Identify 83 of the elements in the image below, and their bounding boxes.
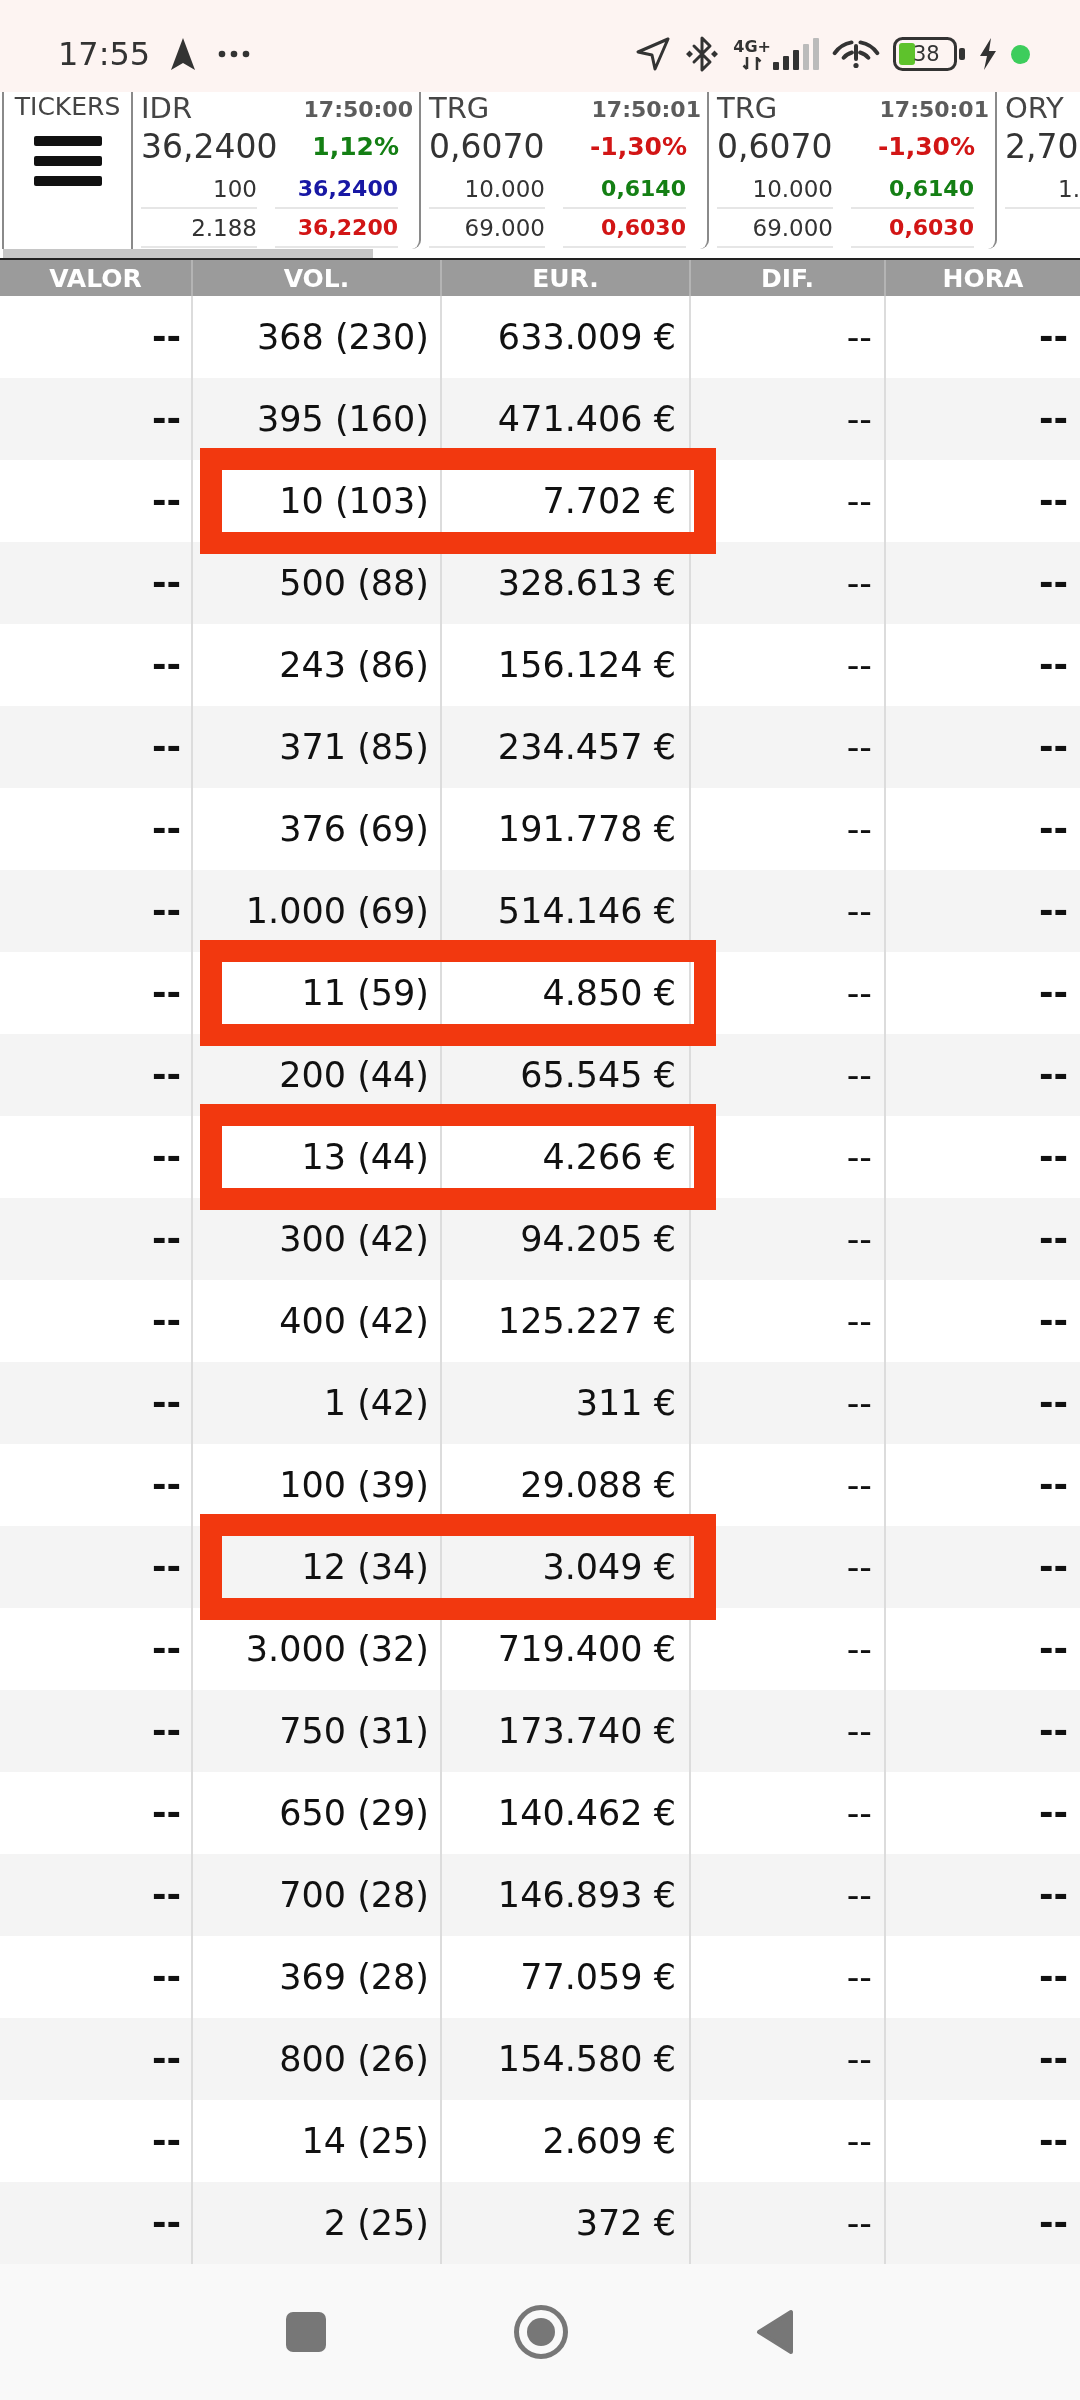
ticker-symbol: TRG — [717, 92, 778, 124]
table-cell-text: -- — [1037, 726, 1069, 769]
ticker-symbol: ORY — [1005, 92, 1064, 124]
network-type: 4G+ — [733, 38, 771, 56]
quote-volume: 10.000 — [717, 170, 833, 209]
quote-volume: 100 — [141, 170, 257, 209]
table-cell-text: -- — [1037, 808, 1069, 851]
status-time: 17:55 — [58, 38, 151, 70]
table-cell: 471.406 € — [442, 378, 691, 460]
more-dots-icon — [218, 50, 251, 58]
ticker-price: 0,6070 — [429, 127, 545, 167]
table-cell: 4.266 € — [442, 1116, 691, 1198]
table-cell-text: -- — [1037, 2202, 1069, 2245]
bluetooth-icon — [684, 35, 721, 73]
table-cell: 12 (34) — [193, 1526, 442, 1608]
recents-icon[interactable] — [286, 2312, 326, 2352]
table-cell: 4.850 € — [442, 952, 691, 1034]
table-cell-text: -- — [1037, 972, 1069, 1015]
ticker-card[interactable]: ORY 2,70 1. — [997, 92, 1080, 249]
ticker-change: 1,12% — [312, 131, 399, 163]
table-cell: 1.000 (69) — [193, 870, 442, 952]
quote-price: 0,6140 — [563, 170, 686, 209]
data-arrows-icon — [742, 57, 763, 70]
table-cell-text: -- — [1037, 890, 1069, 933]
quote-volume: 1. — [1005, 170, 1080, 209]
quote-price: 0,6030 — [851, 209, 974, 248]
ticker-time: 17:50:00 — [303, 96, 413, 124]
ticker-time: 17:50:01 — [591, 96, 701, 124]
table-cell-text: -- — [1037, 1956, 1069, 1999]
ticker-price: 36,2400 — [141, 127, 278, 167]
menu-icon[interactable] — [33, 136, 102, 186]
home-icon[interactable] — [514, 2305, 568, 2359]
table-cell: 395 (160) — [193, 378, 442, 460]
table-cell-text: -- — [1037, 1136, 1069, 1179]
table-cell-text: -- — [1037, 1218, 1069, 1261]
table-cell-text: -- — [1037, 316, 1069, 359]
quote-price: 0,6030 — [563, 209, 686, 248]
quote-price: 0,6140 — [851, 170, 974, 209]
ticker-symbol: TRG — [429, 92, 490, 124]
table-cell-text: -- — [1037, 1546, 1069, 1589]
table-cell: 13 (44) — [193, 1116, 442, 1198]
table-cell-text: -- — [1037, 398, 1069, 441]
table-cell: 514.146 € — [442, 870, 691, 952]
table-cell: 11 (59) — [193, 952, 442, 1034]
ticker-symbol: IDR — [141, 92, 193, 124]
tickers-label: TICKERS — [14, 92, 121, 122]
ticker-price: 2,70 — [1005, 127, 1079, 167]
ticker-change: -1,30% — [589, 131, 687, 163]
status-dot-icon — [1011, 44, 1030, 64]
table-cell-text: -- — [1037, 1874, 1069, 1917]
quote-volume: 10.000 — [429, 170, 545, 209]
table-cell-text: -- — [1037, 1054, 1069, 1097]
table-cell: 7.702 € — [442, 460, 691, 542]
table-cell-text: -- — [1037, 1382, 1069, 1425]
ticker-price: 0,6070 — [717, 127, 833, 167]
table-cell: 100 (39) — [193, 1444, 442, 1526]
table-cell-text: -- — [1037, 644, 1069, 687]
table-cell-text: -- — [1037, 2038, 1069, 2081]
table-cell-text: -- — [1037, 1300, 1069, 1343]
column-header[interactable]: HORA — [886, 260, 1080, 296]
quote-volume: 69.000 — [429, 209, 545, 248]
table-cell-text: -- — [1037, 1792, 1069, 1835]
navigation-arrow-icon — [170, 37, 197, 71]
table-cell-text: -- — [1037, 2120, 1069, 2163]
ticker-card[interactable]: TRG 17:50:01 0,6070 -1,30% 10.000 0,6140 69.000 0,6030 — [709, 92, 997, 249]
ticker-time: 17:50:01 — [879, 96, 989, 124]
charging-icon — [978, 38, 998, 70]
table-cell-text: -- — [1037, 562, 1069, 605]
signal-bars-icon — [773, 38, 819, 70]
location-arrow-icon — [635, 36, 672, 72]
table-cell: 3.049 € — [442, 1526, 691, 1608]
table-cell-text: -- — [1037, 480, 1069, 523]
back-icon[interactable] — [756, 2309, 794, 2355]
table-cell: 10 (103) — [193, 460, 442, 542]
table-cell: 29.088 € — [442, 1444, 691, 1526]
table-cell-text: -- — [1037, 1628, 1069, 1671]
ticker-card[interactable]: TRG 17:50:01 0,6070 -1,30% 10.000 0,6140 69.000 0,6030 — [421, 92, 709, 249]
table-cell-text: -- — [1037, 1464, 1069, 1507]
table-cell-text: -- — [1037, 1710, 1069, 1753]
table-cell: 65.545 € — [442, 1034, 691, 1116]
quote-volume: 69.000 — [717, 209, 833, 248]
quote-price: 36,2400 — [275, 170, 398, 209]
ticker-change: -1,30% — [877, 131, 975, 163]
